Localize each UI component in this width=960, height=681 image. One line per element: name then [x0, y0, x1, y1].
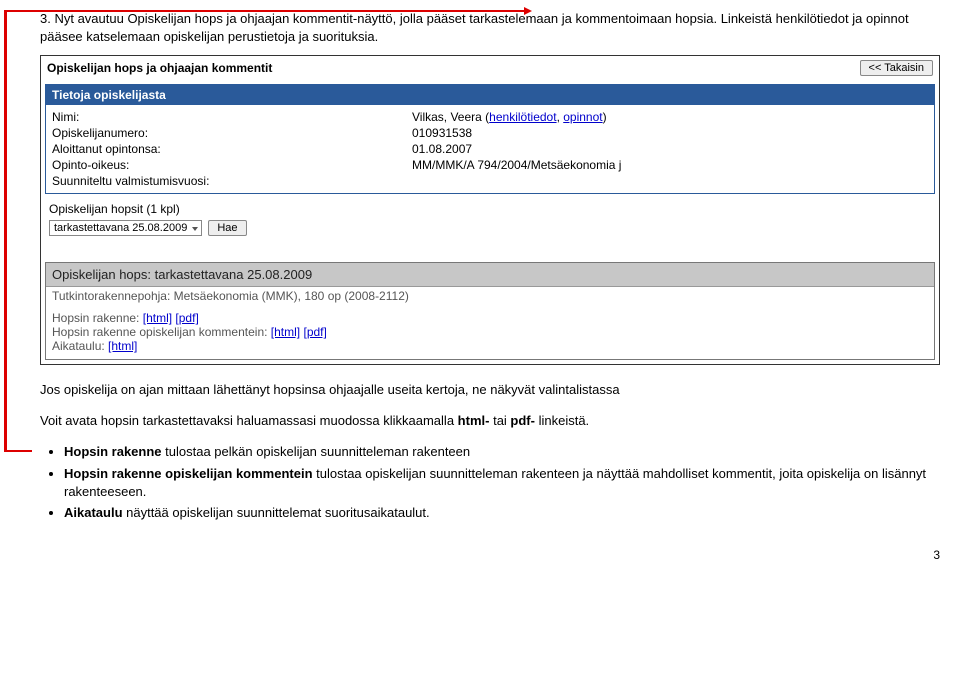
page-number: 3 — [0, 540, 960, 566]
link-html[interactable]: [html] — [143, 311, 172, 325]
link-pdf[interactable]: [pdf] — [303, 325, 326, 339]
link-row: Aikataulu: [html] — [52, 339, 928, 353]
explanation-text: Jos opiskelija on ajan mittaan lähettäny… — [40, 381, 940, 399]
student-name: Vilkas, Veera — [412, 110, 482, 124]
app-title: Opiskelijan hops ja ohjaajan kommentit — [47, 61, 272, 75]
row-value — [412, 174, 928, 188]
table-row: Nimi: Vilkas, Veera (henkilötiedot, opin… — [52, 109, 928, 125]
annotation-line — [4, 450, 32, 452]
link-row: Hopsin rakenne: [html] [pdf] — [52, 311, 928, 325]
app-window: Opiskelijan hops ja ohjaajan kommentit <… — [40, 55, 940, 365]
row-value: 010931538 — [412, 126, 928, 140]
annotation-line — [4, 10, 7, 450]
student-info-title: Tietoja opiskelijasta — [46, 85, 934, 105]
back-button[interactable]: << Takaisin — [860, 60, 933, 76]
link-row: Hopsin rakenne opiskelijan kommentein: [… — [52, 325, 928, 339]
hops-select[interactable]: tarkastettavana 25.08.2009 — [49, 220, 202, 236]
link-henkilotiedot[interactable]: henkilötiedot — [489, 110, 556, 124]
list-item: Hopsin rakenne opiskelijan kommentein tu… — [64, 465, 940, 500]
bullet-list: Hopsin rakenne tulostaa pelkän opiskelij… — [40, 443, 940, 521]
row-label: Opiskelijanumero: — [52, 126, 412, 140]
link-pdf[interactable]: [pdf] — [175, 311, 198, 325]
link-opinnot[interactable]: opinnot — [563, 110, 602, 124]
instruction-text: 3. Nyt avautuu Opiskelijan hops ja ohjaa… — [40, 10, 940, 45]
row-value: Vilkas, Veera (henkilötiedot, opinnot) — [412, 110, 928, 124]
link-html[interactable]: [html] — [108, 339, 137, 353]
explanation-text: Voit avata hopsin tarkastettavaksi halua… — [40, 412, 940, 430]
table-row: Opinto-oikeus: MM/MMK/A 794/2004/Metsäek… — [52, 157, 928, 173]
student-info-panel: Tietoja opiskelijasta Nimi: Vilkas, Veer… — [45, 84, 935, 194]
row-value: 01.08.2007 — [412, 142, 928, 156]
hops-detail-subtitle: Tutkintorakennepohja: Metsäekonomia (MMK… — [46, 287, 934, 305]
hops-detail-panel: Opiskelijan hops: tarkastettavana 25.08.… — [45, 262, 935, 360]
link-row-label: Hopsin rakenne: — [52, 311, 139, 325]
hops-selector-controls: tarkastettavana 25.08.2009 Hae — [41, 220, 939, 240]
arrow-right-icon — [524, 7, 532, 15]
list-item: Aikataulu näyttää opiskelijan suunnittel… — [64, 504, 940, 522]
hops-selector-row: Opiskelijan hopsit (1 kpl) — [41, 198, 939, 220]
link-row-label: Aikataulu: — [52, 339, 105, 353]
hae-button[interactable]: Hae — [208, 220, 246, 236]
hops-detail-title: Opiskelijan hops: tarkastettavana 25.08.… — [46, 263, 934, 287]
row-value: MM/MMK/A 794/2004/Metsäekonomia j — [412, 158, 928, 172]
row-label: Nimi: — [52, 110, 412, 124]
list-item: Hopsin rakenne tulostaa pelkän opiskelij… — [64, 443, 940, 461]
table-row: Opiskelijanumero: 010931538 — [52, 125, 928, 141]
link-html[interactable]: [html] — [271, 325, 300, 339]
app-header: Opiskelijan hops ja ohjaajan kommentit <… — [41, 56, 939, 80]
annotation-line — [4, 10, 524, 12]
student-info-body: Nimi: Vilkas, Veera (henkilötiedot, opin… — [46, 105, 934, 193]
table-row: Aloittanut opintonsa: 01.08.2007 — [52, 141, 928, 157]
row-label: Aloittanut opintonsa: — [52, 142, 412, 156]
row-label: Suunniteltu valmistumisvuosi: — [52, 174, 412, 188]
hops-count-label: Opiskelijan hopsit (1 kpl) — [49, 202, 180, 216]
hops-links-block: Hopsin rakenne: [html] [pdf] Hopsin rake… — [46, 305, 934, 359]
table-row: Suunniteltu valmistumisvuosi: — [52, 173, 928, 189]
link-row-label: Hopsin rakenne opiskelijan kommentein: — [52, 325, 267, 339]
row-label: Opinto-oikeus: — [52, 158, 412, 172]
